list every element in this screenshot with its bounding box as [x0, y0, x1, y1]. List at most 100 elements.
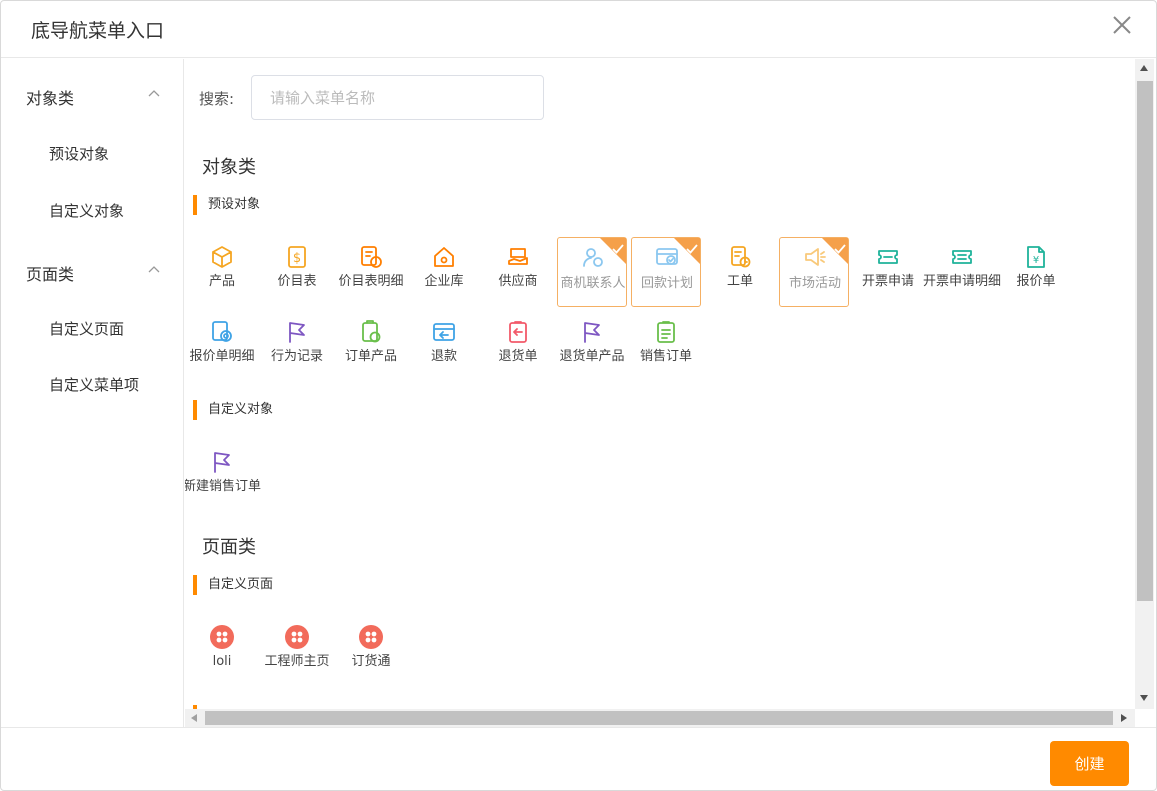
menu-tile[interactable]: 订单产品 — [336, 312, 406, 382]
menu-tile[interactable]: 开票申请明细 — [923, 237, 1001, 307]
refund-icon — [432, 320, 456, 344]
check-icon — [834, 239, 846, 258]
svg-text:¥: ¥ — [1033, 255, 1039, 266]
sidebar-item-label: 自定义页面 — [49, 320, 125, 338]
svg-text:$: $ — [293, 251, 301, 266]
group-title-object: 对象类 — [202, 157, 256, 178]
menu-tile-label: 新建销售订单 — [185, 479, 262, 494]
vertical-scrollbar[interactable] — [1135, 59, 1154, 709]
menu-tile-label: loli — [212, 654, 232, 669]
section-title-custom-object: 自定义对象 — [193, 400, 273, 420]
menu-tile[interactable]: 工单 — [705, 237, 775, 307]
menu-tile-label: 退款 — [430, 349, 457, 364]
sidebar-item-custom-page[interactable]: 自定义页面 — [1, 313, 184, 343]
menu-tile[interactable]: 行为记录 — [262, 312, 332, 382]
menu-tile-label: 行为记录 — [270, 349, 323, 364]
dialog-header: 底导航菜单入口 — [1, 1, 1156, 58]
menu-tile[interactable]: 销售订单 — [631, 312, 701, 382]
menu-tile[interactable]: 工程师主页 — [262, 617, 332, 687]
menu-tile-label: 开票申请 — [861, 274, 914, 289]
menu-tile[interactable]: loli — [187, 617, 257, 687]
sidebar-item-preset-object[interactable]: 预设对象 — [1, 138, 184, 168]
grid-circle-icon — [285, 625, 309, 649]
menu-tile[interactable]: 产品 — [187, 237, 257, 307]
menu-content-panel: 搜索: 对象类 预设对象 自定义对象 页面类 自定义页面 产品 $ 价目表 价目表明细… — [185, 59, 1135, 709]
menu-tile[interactable]: 退货单产品 — [557, 312, 627, 382]
horizontal-scrollbar[interactable] — [185, 709, 1135, 727]
close-icon[interactable] — [1111, 14, 1133, 36]
menu-tile[interactable]: 市场活动 — [779, 237, 849, 307]
house-icon — [432, 245, 456, 269]
scroll-up-icon[interactable] — [1140, 65, 1148, 71]
price-detail-icon — [359, 245, 383, 269]
menu-tile-label: 价目表 — [277, 274, 317, 289]
menu-tile[interactable]: 开票申请 — [853, 237, 923, 307]
search-input[interactable] — [251, 75, 544, 120]
sidebar-item-custom-menu[interactable]: 自定义菜单项 — [1, 369, 184, 399]
menu-tile-label: 市场活动 — [788, 276, 841, 291]
dialog-title: 底导航菜单入口 — [31, 20, 165, 42]
menu-tile-label: 企业库 — [424, 274, 464, 289]
return-order-icon — [506, 320, 530, 344]
sidebar-category-label: 对象类 — [26, 89, 75, 108]
sidebar-item-custom-object[interactable]: 自定义对象 — [1, 195, 184, 225]
menu-tile[interactable]: 退款 — [409, 312, 479, 382]
menu-tile-label: 价目表明细 — [338, 274, 404, 289]
menu-tile[interactable]: 新建销售订单 — [185, 442, 261, 512]
menu-tile-label: 回款计划 — [640, 276, 693, 291]
menu-tile[interactable]: 价目表明细 — [336, 237, 406, 307]
menu-tile[interactable]: 商机联系人 — [557, 237, 627, 307]
supplier-icon — [506, 245, 530, 269]
menu-tile[interactable]: 回款计划 — [631, 237, 701, 307]
dialog-footer: 创建 — [1, 727, 1156, 791]
menu-tile-label: 退货单 — [498, 349, 538, 364]
invoice-icon — [876, 245, 900, 269]
sidebar-category-page[interactable]: 页面类 — [1, 256, 184, 286]
price-list-icon: $ — [285, 245, 309, 269]
horizontal-scroll-thumb[interactable] — [205, 711, 1113, 725]
grid-circle-icon — [359, 625, 383, 649]
create-button[interactable]: 创建 — [1050, 741, 1129, 786]
scroll-right-icon[interactable] — [1121, 714, 1127, 722]
menu-tile[interactable]: 报价单明细 — [187, 312, 257, 382]
menu-tile-label: 工单 — [726, 274, 753, 289]
quote-detail-icon — [210, 320, 234, 344]
menu-tile-label: 报价单明细 — [189, 349, 255, 364]
sidebar-item-label: 自定义对象 — [49, 202, 125, 220]
chevron-up-icon — [148, 90, 160, 97]
check-icon — [686, 239, 698, 258]
menu-tile-label: 订单产品 — [344, 349, 397, 364]
menu-tile[interactable]: 企业库 — [409, 237, 479, 307]
search-label: 搜索: — [199, 90, 235, 108]
menu-tile-label: 退货单产品 — [559, 349, 625, 364]
section-title-custom-page: 自定义页面 — [193, 575, 273, 595]
sidebar-item-label: 自定义菜单项 — [49, 376, 140, 394]
section-title-preset: 预设对象 — [193, 195, 260, 215]
flag-icon — [580, 320, 604, 344]
menu-tile-label: 销售订单 — [639, 349, 692, 364]
menu-tile[interactable]: $ 价目表 — [262, 237, 332, 307]
menu-tile-label: 产品 — [208, 274, 235, 289]
order-product-icon — [359, 320, 383, 344]
sales-order-icon — [654, 320, 678, 344]
flag-icon — [210, 450, 234, 474]
menu-tile-label: 工程师主页 — [264, 654, 330, 669]
menu-tile[interactable]: 供应商 — [483, 237, 553, 307]
menu-tile[interactable]: 退货单 — [483, 312, 553, 382]
menu-tile-label: 商机联系人 — [560, 276, 626, 291]
flag-icon — [285, 320, 309, 344]
menu-tile[interactable]: ¥ 报价单 — [1001, 237, 1071, 307]
menu-tile-label: 开票申请明细 — [923, 274, 1002, 289]
menu-tile-label: 订货通 — [351, 654, 391, 669]
sidebar-item-label: 预设对象 — [49, 145, 110, 163]
vertical-scroll-thumb[interactable] — [1137, 81, 1153, 601]
menu-tile-label: 供应商 — [498, 274, 538, 289]
group-title-page: 页面类 — [202, 537, 256, 558]
cube-icon — [210, 245, 234, 269]
scroll-down-icon[interactable] — [1140, 695, 1148, 701]
invoice-detail-icon — [950, 245, 974, 269]
scroll-left-icon[interactable] — [191, 714, 197, 722]
category-sidebar: 对象类 预设对象 自定义对象 页面类 自定义页面 自定义菜单项 — [1, 59, 184, 727]
sidebar-category-object[interactable]: 对象类 — [1, 80, 184, 110]
menu-tile[interactable]: 订货通 — [336, 617, 406, 687]
